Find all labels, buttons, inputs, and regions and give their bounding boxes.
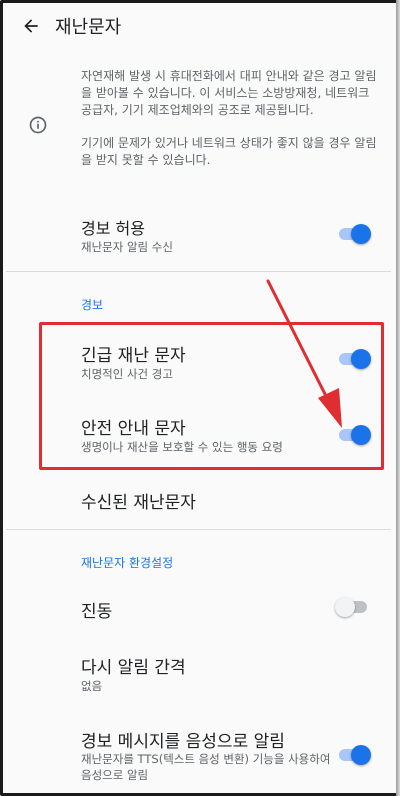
reminder-interval-summary: 없음 — [81, 679, 103, 693]
page-title: 재난문자 — [55, 17, 122, 38]
alert-allow-switch[interactable] — [335, 224, 371, 244]
arrow-back-icon — [24, 19, 38, 33]
speak-alert-switch[interactable] — [335, 745, 371, 765]
divider — [6, 529, 391, 530]
alert-allow-label: 경보 허용 — [81, 219, 145, 238]
vibration-row[interactable]: 진동 — [6, 588, 391, 630]
alert-allow-row[interactable]: 경보 허용 재난문자 알림 수신 — [6, 203, 391, 265]
received-messages-label: 수신된 재난문자 — [81, 493, 196, 513]
switch-thumb — [351, 224, 371, 244]
received-messages-row[interactable]: 수신된 재난문자 — [6, 478, 391, 522]
info-paragraph-1: 자연재해 발생 시 휴대전화에서 대피 안내와 같은 경고 알림을 받아볼 수 … — [81, 69, 377, 117]
frame-shadow — [396, 0, 400, 796]
info-text: 자연재해 발생 시 휴대전화에서 대피 안내와 같은 경고 알림을 받아볼 수 … — [81, 68, 381, 185]
speak-alert-row[interactable]: 경보 메시지를 음성으로 알림 재난문자를 TTS(텍스트 음성 변환) 기능을… — [6, 721, 391, 793]
back-button[interactable] — [11, 6, 51, 46]
switch-thumb — [335, 597, 355, 617]
info-icon — [29, 116, 47, 134]
section-header-alerts: 경보 — [81, 298, 104, 312]
divider — [6, 271, 391, 272]
vibration-switch[interactable] — [335, 597, 371, 617]
section-header-settings: 재난문자 환경설정 — [81, 556, 174, 570]
reminder-interval-label: 다시 알림 간격 — [81, 658, 186, 678]
speak-alert-label: 경보 메시지를 음성으로 알림 — [81, 732, 285, 752]
info-section: 자연재해 발생 시 휴대전화에서 대피 안내와 같은 경고 알림을 받아볼 수 … — [6, 63, 391, 193]
alert-allow-summary: 재난문자 알림 수신 — [81, 240, 173, 254]
screen-frame: 재난문자 자연재해 발생 시 휴대전화에서 대피 안내와 같은 경고 알림을 받… — [0, 0, 400, 796]
info-paragraph-2: 기기에 문제가 있거나 네트워크 상태가 좋지 않을 경우 알림을 받지 못할 … — [81, 136, 377, 167]
speak-alert-summary: 재난문자를 TTS(텍스트 음성 변환) 기능을 사용하여 음성으로 알림 — [81, 752, 331, 782]
switch-thumb — [351, 745, 371, 765]
vibration-label: 진동 — [81, 602, 113, 622]
highlight-box — [39, 322, 384, 470]
reminder-interval-row[interactable]: 다시 알림 간격 없음 — [6, 645, 391, 701]
app-bar: 재난문자 — [6, 6, 397, 46]
